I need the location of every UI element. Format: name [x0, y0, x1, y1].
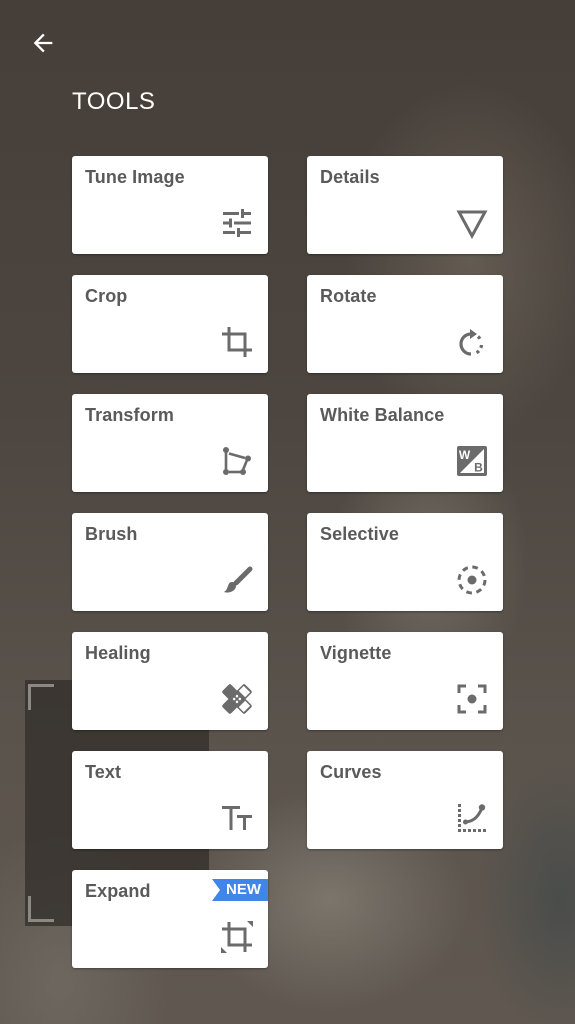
- brush-icon: [219, 562, 255, 598]
- page-title: TOOLS: [72, 88, 156, 115]
- tool-card-text[interactable]: Text: [72, 751, 268, 849]
- tool-card-tune-image[interactable]: Tune Image: [72, 156, 268, 254]
- tool-card-details[interactable]: Details: [307, 156, 503, 254]
- tool-label: Crop: [85, 286, 128, 306]
- tool-label: Vignette: [320, 643, 392, 663]
- tool-card-brush[interactable]: Brush: [72, 513, 268, 611]
- selective-target-icon: [454, 562, 490, 598]
- crop-corner-bottom-left: [28, 896, 54, 922]
- expand-crop-icon: [219, 919, 255, 955]
- new-badge: NEW: [212, 879, 268, 901]
- triangle-down-icon: [454, 205, 490, 241]
- tool-card-healing[interactable]: Healing: [72, 632, 268, 730]
- tool-card-vignette[interactable]: Vignette: [307, 632, 503, 730]
- svg-text:B: B: [474, 461, 483, 475]
- curves-icon: [454, 800, 490, 836]
- tool-card-selective[interactable]: Selective: [307, 513, 503, 611]
- tool-label: White Balance: [320, 405, 445, 425]
- crop-icon: [219, 324, 255, 360]
- vignette-focus-icon: [454, 681, 490, 717]
- bandage-icon: [219, 681, 255, 717]
- text-size-icon: [219, 800, 255, 836]
- tool-label: Selective: [320, 524, 399, 544]
- tool-label: Details: [320, 167, 380, 187]
- crop-corner-top-left: [28, 684, 54, 710]
- tool-card-expand[interactable]: Expand NEW: [72, 870, 268, 968]
- tool-card-white-balance[interactable]: White Balance W B: [307, 394, 503, 492]
- rotate-icon: [454, 324, 490, 360]
- tool-label: Transform: [85, 405, 174, 425]
- tool-label: Healing: [85, 643, 151, 663]
- tool-card-transform[interactable]: Transform: [72, 394, 268, 492]
- back-button[interactable]: [26, 28, 60, 58]
- tool-card-crop[interactable]: Crop: [72, 275, 268, 373]
- tool-label: Tune Image: [85, 167, 185, 187]
- tool-label: Rotate: [320, 286, 377, 306]
- tool-label: Expand: [85, 881, 151, 901]
- tool-label: Curves: [320, 762, 382, 782]
- tool-card-rotate[interactable]: Rotate: [307, 275, 503, 373]
- tool-label: Text: [85, 762, 122, 782]
- perspective-icon: [219, 443, 255, 479]
- svg-text:W: W: [459, 448, 471, 462]
- tool-label: Brush: [85, 524, 138, 544]
- arrow-left-icon: [33, 33, 53, 53]
- tools-grid: Tune Image Details Crop Rotate Transform…: [72, 156, 503, 968]
- sliders-icon: [219, 205, 255, 241]
- tool-card-curves[interactable]: Curves: [307, 751, 503, 849]
- white-balance-icon: W B: [454, 443, 490, 479]
